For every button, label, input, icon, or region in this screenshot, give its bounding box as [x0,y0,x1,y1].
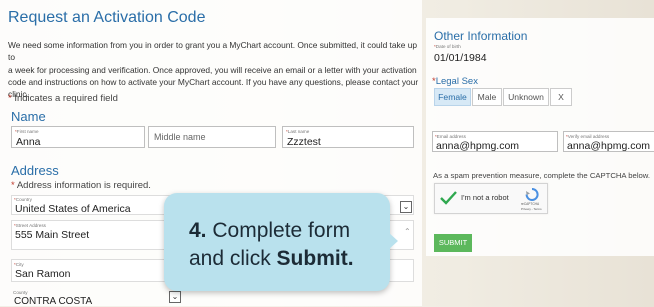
callout-step: 4. [189,219,207,242]
callout-emphasis: Submit. [276,247,354,270]
middle-name-placeholder: Middle name [154,132,206,142]
address-required-text: Address information is required. [16,180,151,191]
verify-email-value: anna@hpmg.com [567,140,651,152]
recaptcha-widget[interactable]: I'm not a robot reCAPTCHA Privacy - Term… [434,183,548,214]
intro-line-3: code and instructions on how to activate… [8,76,419,87]
captcha-links[interactable]: Privacy - Terms [521,207,542,211]
sex-option-unknown[interactable]: Unknown [503,88,549,106]
required-note: * Indicates a required field [8,93,118,104]
email-value: anna@hpmg.com [436,140,520,152]
captcha-brand: reCAPTCHA [521,202,540,206]
middle-name-field[interactable]: Middle name [148,126,276,148]
first-name-label: *First name [15,129,39,134]
other-info-heading: Other Information [434,29,528,43]
city-value: San Ramon [15,268,71,280]
sex-option-male[interactable]: Male [472,88,502,106]
dob-label: *Date of birth [434,44,461,49]
submit-button[interactable]: SUBMIT [434,234,472,252]
callout-text-2: and click [189,247,277,270]
required-asterisk: * [8,93,12,104]
page-title: Request an Activation Code [8,9,206,26]
intro-line-1: We need some information from you in ord… [8,40,418,63]
captcha-label: I'm not a robot [461,193,509,202]
resize-icon[interactable]: ⌃ [404,227,411,236]
address-required-note: * Address information is required. [11,180,151,191]
email-field[interactable]: *Email address anna@hpmg.com [432,131,558,152]
checkmark-icon [440,191,457,205]
country-label: *Country [14,197,32,202]
last-name-field[interactable]: *Last name Zzztest [282,126,414,148]
street-value: 555 Main Street [15,229,90,241]
county-select[interactable]: County CONTRA COSTA ⌄ [11,290,181,307]
street-label: *Street Address [14,223,46,228]
recaptcha-logo-icon [525,188,539,201]
sex-option-x[interactable]: X [550,88,572,106]
callout-line-2: and click Submit. [189,245,354,272]
verify-email-field[interactable]: *Verify email address anna@hpmg.com [563,131,654,152]
address-heading: Address [11,163,59,178]
county-value: CONTRA COSTA [14,296,93,307]
city-label: *City [14,262,24,267]
last-name-label: *Last name [286,129,310,134]
chevron-down-icon[interactable]: ⌄ [169,291,181,303]
callout-text-1: Complete form [206,219,351,242]
sex-option-female[interactable]: Female [434,88,471,106]
chevron-down-icon[interactable]: ⌄ [400,201,412,213]
instruction-callout: 4. Complete form and click Submit. [164,193,398,291]
verify-email-label: *Verify email address [566,134,610,139]
county-label: County [13,290,28,295]
intro-line-2: a week for processing and verification. … [8,64,417,75]
name-heading: Name [11,109,46,124]
dob-field[interactable]: *Date of birth 01/01/1984 [434,44,552,66]
callout-pointer-icon [388,232,398,250]
required-note-text: Indicates a required field [14,93,118,104]
last-name-value: Zzztest [287,136,321,148]
callout-line-1: 4. Complete form [189,217,350,244]
captcha-note: As a spam prevention measure, complete t… [433,171,651,180]
legal-sex-label: *Legal Sex [432,76,478,87]
country-value: United States of America [15,203,131,215]
intro-text: We need some information from you in ord… [8,39,424,100]
first-name-field[interactable]: *First name Anna [11,126,145,148]
dob-value: 01/01/1984 [434,52,487,64]
first-name-value: Anna [16,136,41,148]
email-label: *Email address [435,134,466,139]
